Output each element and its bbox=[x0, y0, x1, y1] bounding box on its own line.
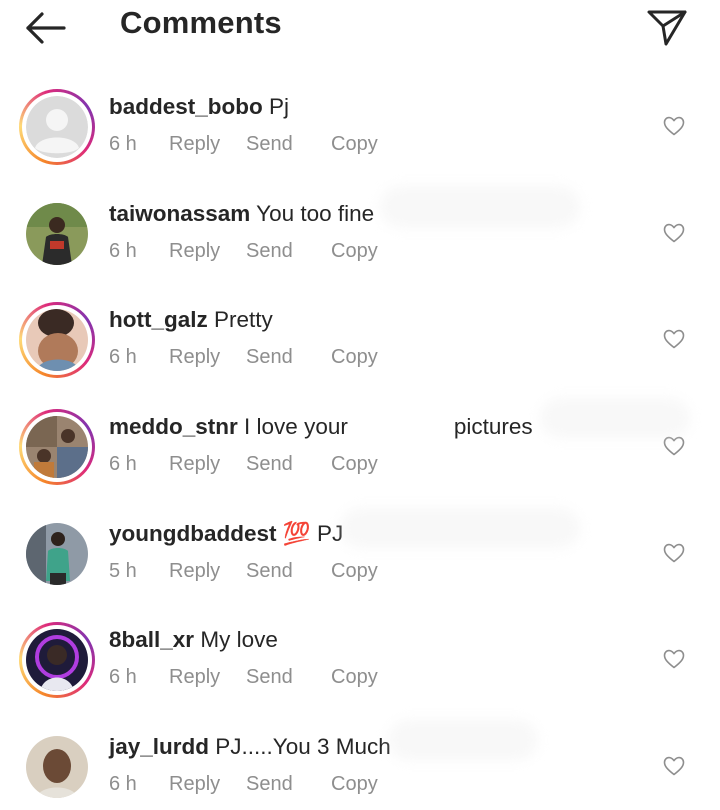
profile-photo bbox=[26, 416, 88, 479]
username[interactable]: hott_galz bbox=[109, 307, 208, 332]
redaction-smudge bbox=[380, 186, 580, 228]
username[interactable]: taiwonassam bbox=[109, 201, 250, 226]
comment-body: I love your bbox=[244, 414, 348, 440]
username[interactable]: jay_lurdd bbox=[109, 734, 209, 759]
send-button[interactable]: Send bbox=[246, 133, 331, 156]
comment-text: hott_galz Pretty bbox=[109, 307, 273, 333]
comment-meta: 6 h Reply Send Copy bbox=[109, 773, 378, 796]
timestamp: 6 h bbox=[109, 773, 137, 796]
redaction-smudge bbox=[388, 720, 538, 760]
heart-icon[interactable] bbox=[662, 327, 686, 351]
send-button[interactable]: Send bbox=[246, 773, 331, 796]
profile-photo bbox=[26, 522, 88, 585]
reply-button[interactable]: Reply bbox=[169, 346, 246, 369]
avatar[interactable] bbox=[19, 302, 95, 379]
comment-meta: 5 h Reply Send Copy bbox=[109, 560, 378, 583]
comments-list: baddest_bobo Pj 6 h Reply Send Copy taiwo bbox=[0, 72, 720, 810]
avatar[interactable] bbox=[19, 729, 95, 805]
comment-body: Pretty bbox=[214, 307, 273, 333]
username[interactable]: baddest_bobo bbox=[109, 94, 263, 119]
reply-button[interactable]: Reply bbox=[169, 560, 246, 583]
send-button[interactable]: Send bbox=[246, 346, 331, 369]
comment-row: taiwonassam You too fine 6 h Reply Send Cop… bbox=[0, 179, 720, 286]
heart-icon[interactable] bbox=[662, 221, 686, 245]
profile-photo bbox=[26, 202, 88, 265]
comment-text: meddo_stnr I love your pictures bbox=[109, 414, 533, 440]
username[interactable]: meddo_stnr bbox=[109, 414, 238, 439]
copy-button[interactable]: Copy bbox=[331, 560, 378, 583]
comment-meta: 6 h Reply Send Copy bbox=[109, 346, 378, 369]
comment-meta: 6 h Reply Send Copy bbox=[109, 453, 378, 476]
comment-text: taiwonassam You too fine bbox=[109, 201, 374, 227]
reply-button[interactable]: Reply bbox=[169, 453, 246, 476]
send-button[interactable]: Send bbox=[246, 453, 331, 476]
copy-button[interactable]: Copy bbox=[331, 133, 378, 156]
comment-body: My love bbox=[200, 627, 278, 653]
heart-icon[interactable] bbox=[662, 647, 686, 671]
comment-body: 💯 PJ bbox=[282, 520, 344, 546]
comment-row: jay_lurdd PJ.....You 3 Much 6 h Reply Send… bbox=[0, 712, 720, 810]
paper-plane-icon bbox=[647, 10, 687, 46]
page-title: Comments bbox=[120, 5, 282, 40]
copy-button[interactable]: Copy bbox=[331, 666, 378, 689]
heart-icon[interactable] bbox=[662, 541, 686, 565]
copy-button[interactable]: Copy bbox=[331, 773, 378, 796]
avatar[interactable] bbox=[19, 89, 95, 165]
comment-text: jay_lurdd PJ.....You 3 Much bbox=[109, 734, 391, 760]
redaction-smudge bbox=[540, 398, 690, 438]
timestamp: 6 h bbox=[109, 666, 137, 689]
comment-meta: 6 h Reply Send Copy bbox=[109, 133, 378, 156]
timestamp: 6 h bbox=[109, 239, 137, 262]
timestamp: 6 h bbox=[109, 346, 137, 369]
username[interactable]: 8ball_xr bbox=[109, 627, 194, 652]
comments-header: Comments bbox=[0, 0, 720, 56]
comment-body: PJ.....You 3 Much bbox=[215, 734, 391, 760]
arrow-left-icon bbox=[26, 12, 66, 44]
reply-button[interactable]: Reply bbox=[169, 240, 246, 263]
copy-button[interactable]: Copy bbox=[331, 453, 378, 476]
reply-button[interactable]: Reply bbox=[169, 666, 246, 689]
comment-text: 8ball_xr My love bbox=[109, 627, 278, 653]
timestamp: 6 h bbox=[109, 133, 137, 155]
send-button[interactable]: Send bbox=[246, 240, 331, 263]
heart-icon[interactable] bbox=[662, 114, 686, 138]
comment-meta: 6 h Reply Send Copy bbox=[109, 240, 378, 263]
comment-text: baddest_bobo Pj bbox=[109, 94, 289, 120]
timestamp: 6 h bbox=[109, 453, 137, 476]
heart-icon[interactable] bbox=[662, 754, 686, 778]
comment-row: hott_galz Pretty 6 h Reply Send Copy bbox=[0, 285, 720, 392]
comment-row: baddest_bobo Pj 6 h Reply Send Copy bbox=[0, 72, 720, 179]
comment-body: Pj bbox=[269, 94, 290, 119]
reply-button[interactable]: Reply bbox=[169, 773, 246, 796]
avatar[interactable] bbox=[19, 409, 95, 486]
share-button[interactable] bbox=[644, 4, 690, 48]
comment-row: 8ball_xr My love 6 h Reply Send Copy bbox=[0, 605, 720, 712]
default-avatar-icon bbox=[26, 96, 88, 158]
profile-photo bbox=[26, 736, 88, 799]
comment-meta: 6 h Reply Send Copy bbox=[109, 666, 378, 689]
send-button[interactable]: Send bbox=[246, 560, 331, 583]
copy-button[interactable]: Copy bbox=[331, 346, 378, 369]
comment-text: youngdbaddest 💯 PJ bbox=[109, 521, 343, 547]
avatar[interactable] bbox=[19, 196, 95, 272]
timestamp: 5 h bbox=[109, 559, 137, 582]
comment-body: You too fine bbox=[256, 200, 375, 226]
username[interactable]: youngdbaddest bbox=[109, 521, 277, 546]
profile-photo bbox=[26, 309, 88, 372]
avatar[interactable] bbox=[19, 622, 95, 699]
profile-photo bbox=[26, 629, 88, 692]
copy-button[interactable]: Copy bbox=[331, 240, 378, 263]
redaction-smudge bbox=[340, 508, 580, 548]
back-button[interactable] bbox=[22, 8, 70, 48]
avatar[interactable] bbox=[19, 516, 95, 592]
comment-body-end: pictures bbox=[453, 414, 533, 440]
send-button[interactable]: Send bbox=[246, 666, 331, 689]
reply-button[interactable]: Reply bbox=[169, 133, 246, 156]
